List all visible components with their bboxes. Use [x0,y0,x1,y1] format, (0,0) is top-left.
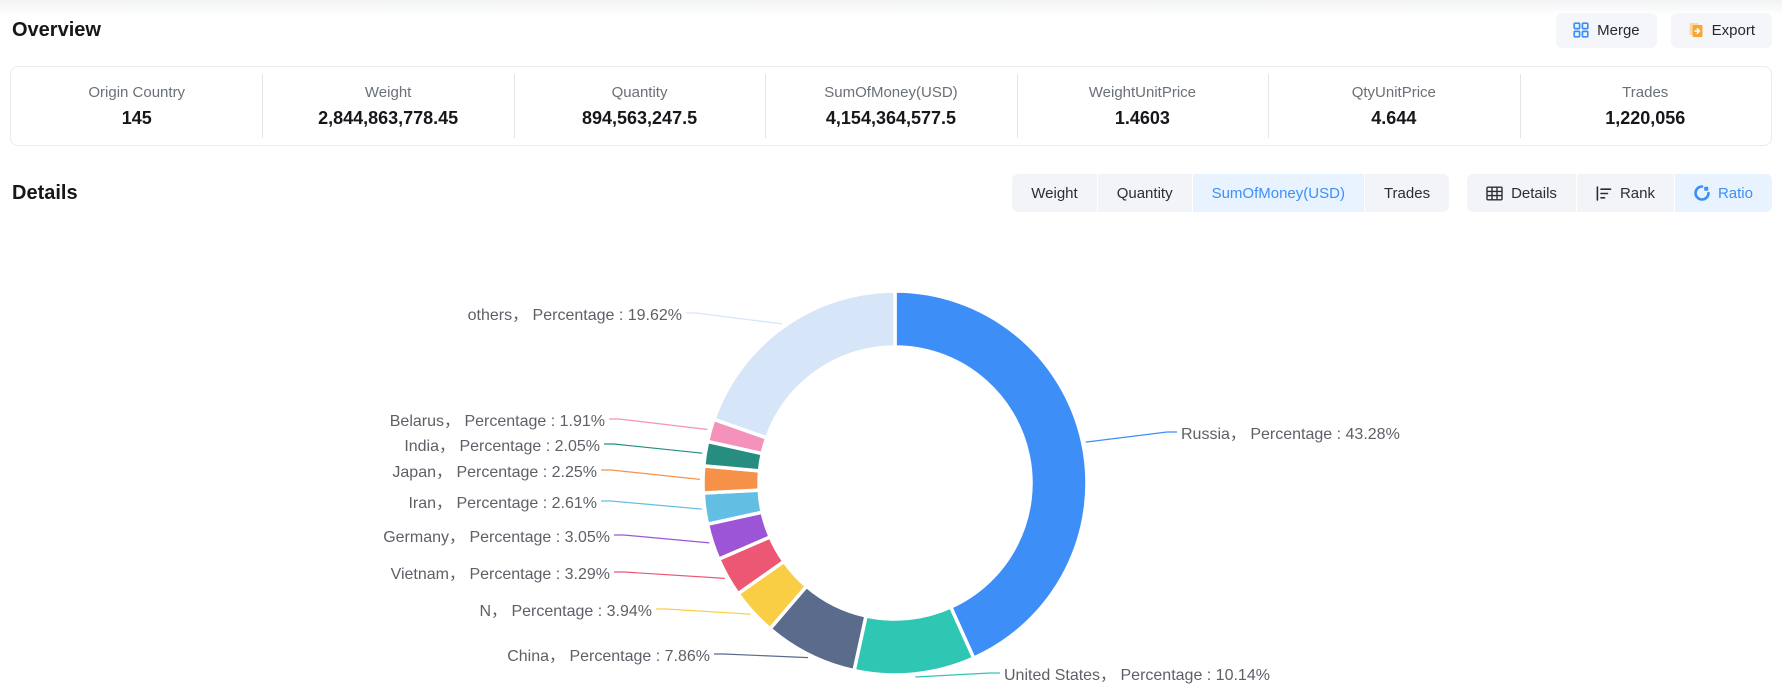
pie-label-n: N， Percentage : 3.94% [479,597,652,621]
pie-leader-others [686,313,782,324]
pie-leader-japan [601,470,700,479]
pie-slice-united-states[interactable] [854,607,974,675]
pie-leader-belarus [609,419,708,430]
pie-label-belarus: Belarus， Percentage : 1.91% [390,407,605,431]
pie-leader-germany [614,535,709,543]
pie-leader-vietnam [614,572,725,578]
pie-leader-russia [1086,432,1177,442]
pie-label-india: India， Percentage : 2.05% [404,432,600,456]
pie-label-germany: Germany， Percentage : 3.05% [383,523,610,547]
pie-label-united-states: United States， Percentage : 10.14% [1004,661,1270,685]
pie-slice-russia[interactable] [895,291,1087,658]
donut-chart: Russia， Percentage : 43.28% United States… [0,0,1782,688]
pie-label-iran: Iran， Percentage : 2.61% [408,489,597,513]
pie-label-russia: Russia， Percentage : 43.28% [1181,420,1400,444]
pie-slice-others[interactable] [714,291,895,438]
pie-leader-n [656,609,751,614]
pie-label-others: others， Percentage : 19.62% [468,301,682,325]
pie-label-japan: Japan， Percentage : 2.25% [392,458,597,482]
pie-leader-india [604,444,702,453]
pie-label-vietnam: Vietnam， Percentage : 3.29% [391,560,610,584]
pie-label-china: China， Percentage : 7.86% [507,642,710,666]
pie-leader-iran [601,501,702,509]
pie-leader-china [714,654,808,658]
